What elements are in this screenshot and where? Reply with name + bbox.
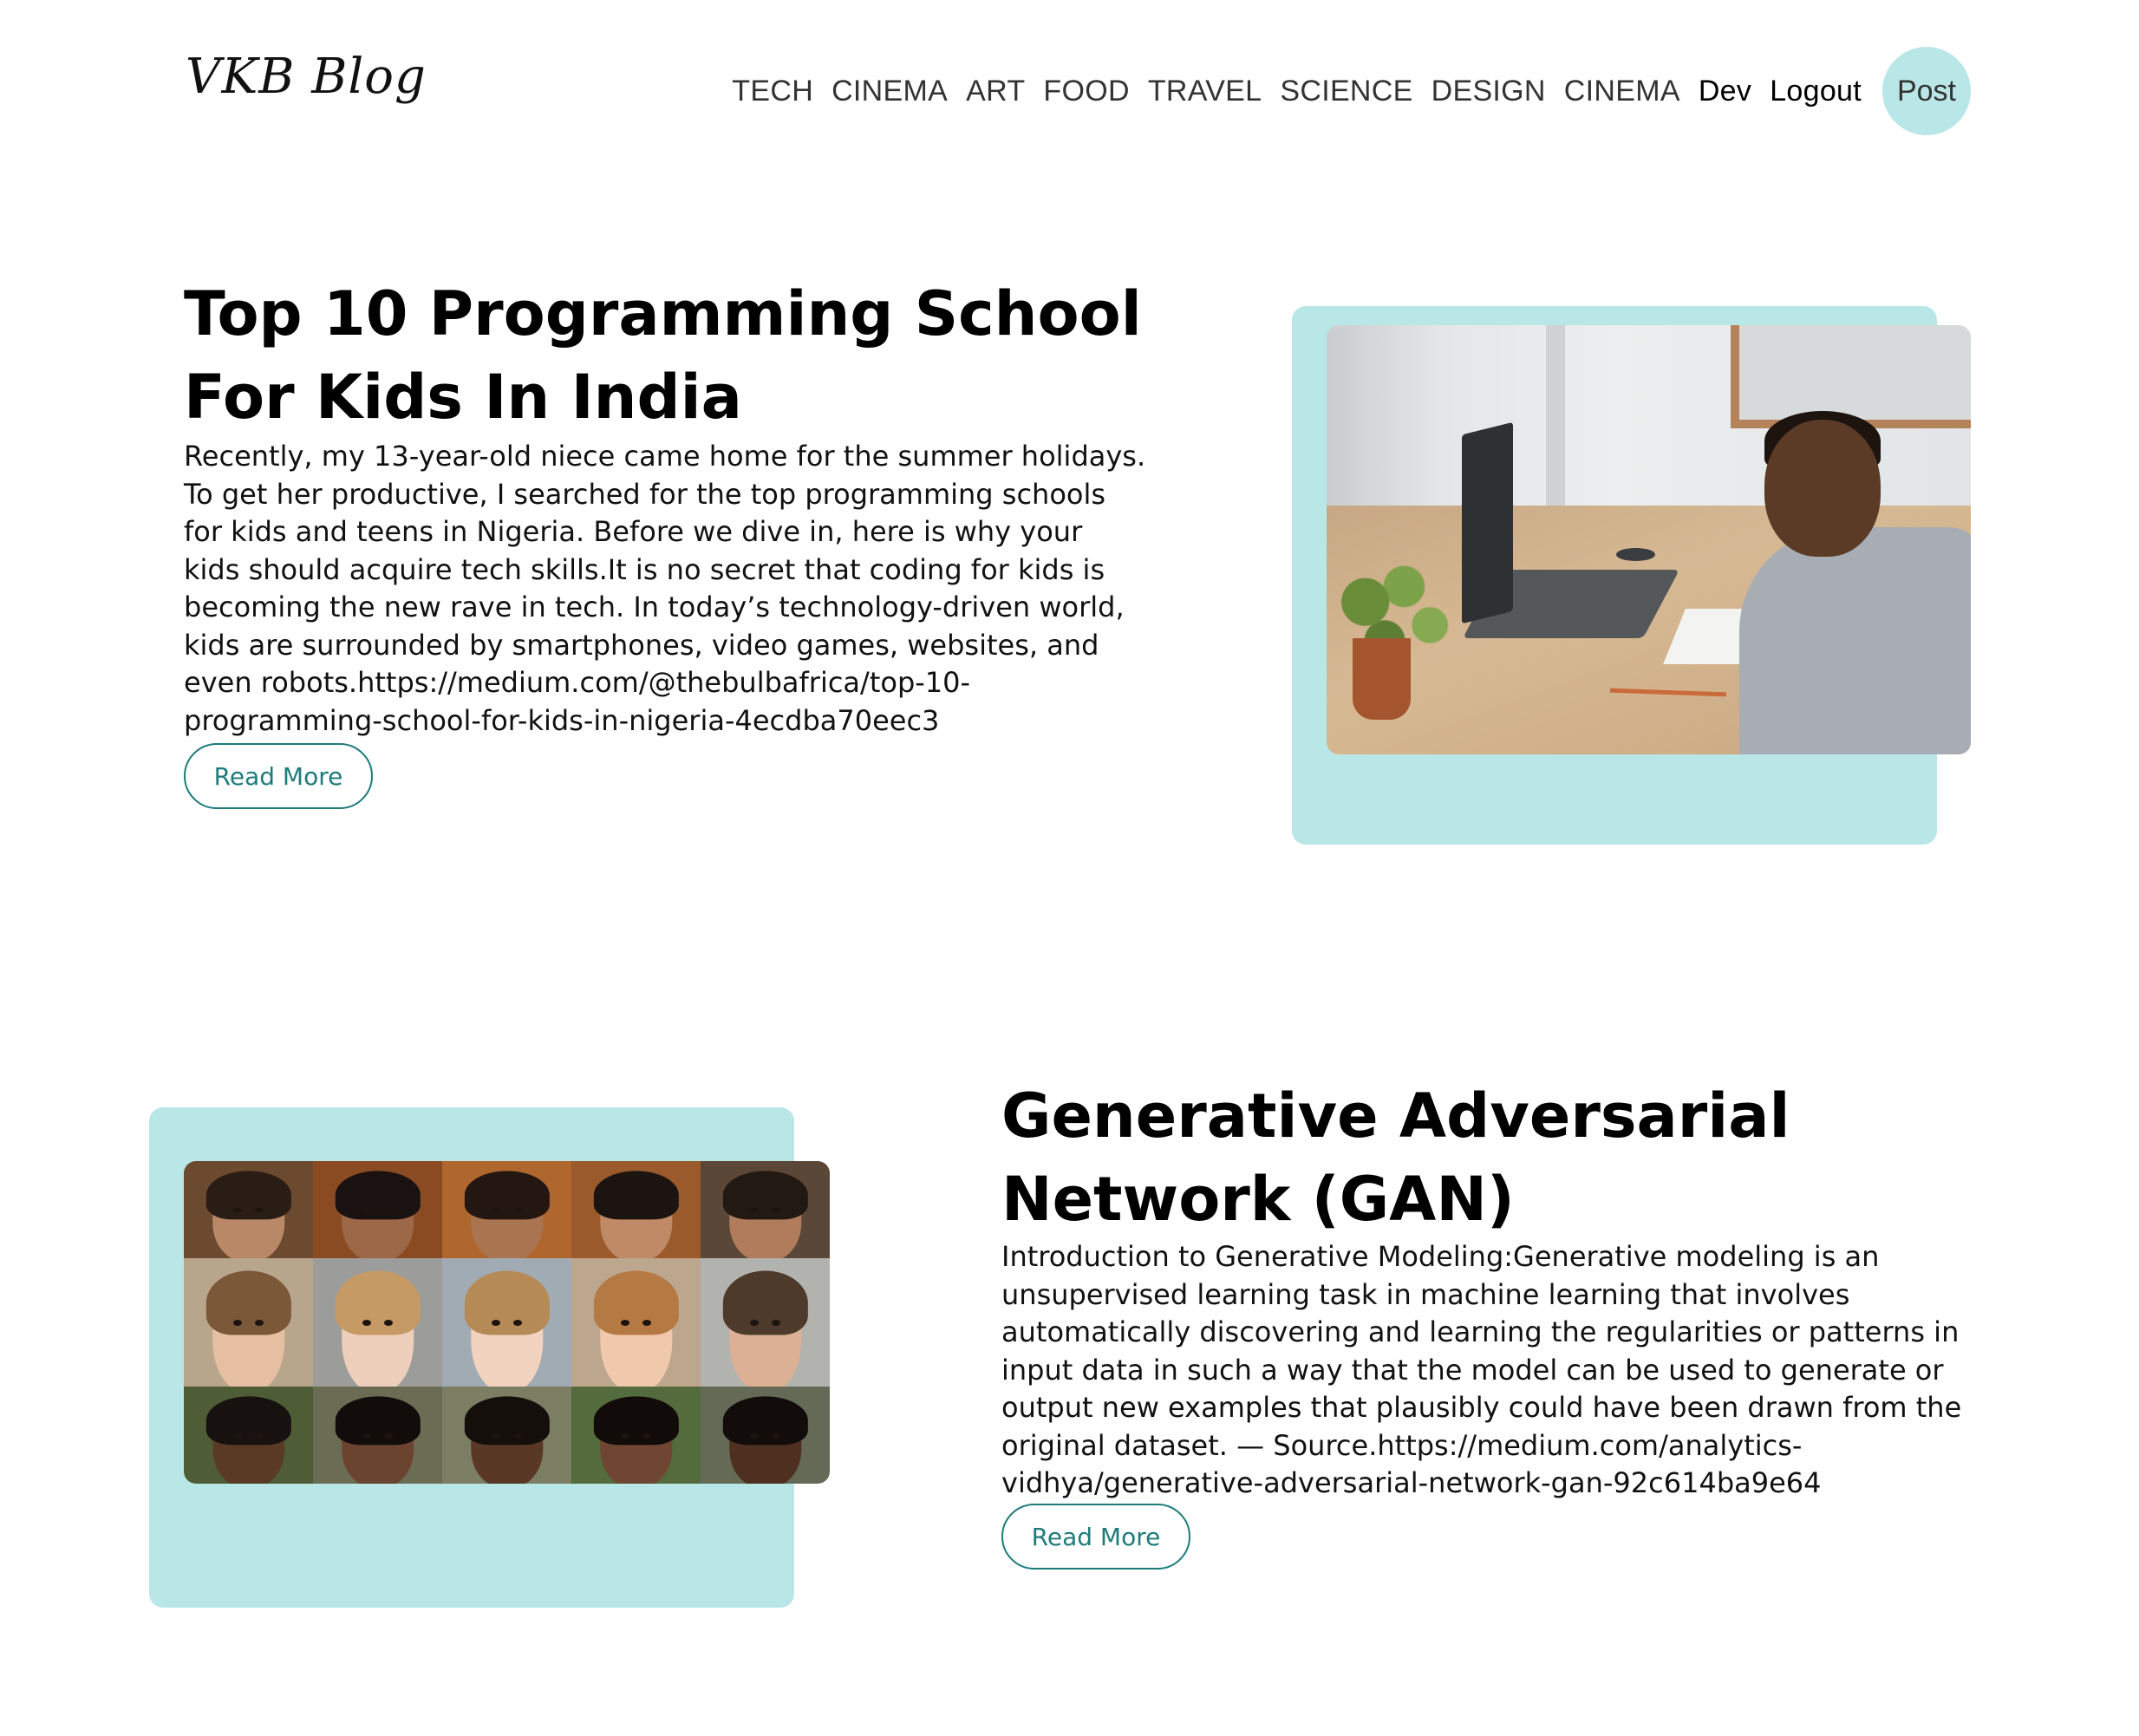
faces-grid (184, 1161, 830, 1484)
post-title: Top 10 Programming School For Kids In In… (184, 278, 1142, 433)
read-more-button[interactable]: Read More (184, 743, 373, 809)
kid-at-laptop-photo (1327, 325, 1971, 754)
logout-link[interactable]: Logout (1770, 75, 1862, 108)
post-description: Introduction to Generative Modeling:Gene… (1001, 1240, 1962, 1499)
blog-page: VKB Blog TECH CINEMA ART FOOD TRAVEL SCI… (0, 0, 2139, 1736)
site-logo[interactable]: VKB Blog (186, 49, 427, 105)
generated-faces-photo (184, 1161, 830, 1484)
main-nav: TECH CINEMA ART FOOD TRAVEL SCIENCE DESI… (714, 46, 1971, 136)
post-button[interactable]: Post (1882, 47, 1971, 135)
nav-item-cinema-2[interactable]: CINEMA (1564, 75, 1680, 108)
read-more-button[interactable]: Read More (1001, 1504, 1190, 1570)
nav-item-travel[interactable]: TRAVEL (1148, 75, 1262, 108)
nav-item-cinema[interactable]: CINEMA (831, 75, 948, 108)
nav-item-art[interactable]: ART (966, 75, 1025, 108)
nav-item-dev[interactable]: Dev (1699, 75, 1751, 108)
nav-item-design[interactable]: DESIGN (1431, 75, 1546, 108)
post-title: Generative Adversarial Network (GAN) (1001, 1080, 1790, 1235)
nav-item-tech[interactable]: TECH (732, 75, 813, 108)
nav-item-science[interactable]: SCIENCE (1280, 75, 1412, 108)
nav-item-food[interactable]: FOOD (1043, 75, 1129, 108)
post-description: Recently, my 13-year-old niece came home… (184, 440, 1146, 737)
